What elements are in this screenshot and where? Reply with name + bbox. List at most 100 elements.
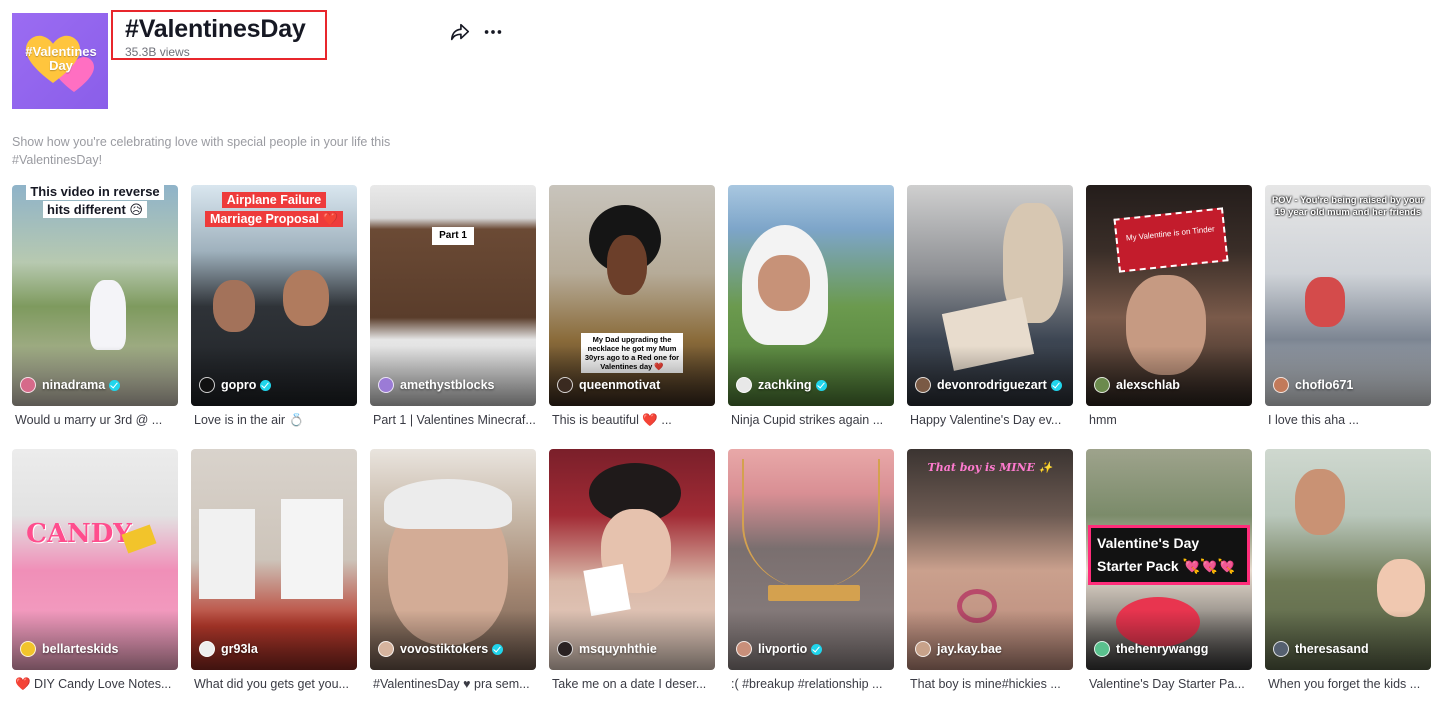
hashtag-cover-image: #Valentines Day: [12, 13, 108, 109]
video-caption[interactable]: #ValentinesDay ♥ pra sem...: [370, 677, 536, 691]
video-thumbnail[interactable]: That boy is MINE ✨ jay.kay.bae: [907, 449, 1073, 670]
video-caption[interactable]: When you forget the kids ...: [1265, 677, 1431, 691]
verified-badge-icon: [260, 379, 272, 391]
video-card[interactable]: vovostiktokers #ValentinesDay ♥ pra sem.…: [370, 449, 536, 691]
video-card[interactable]: Part 1 amethystblocks Part 1 | Valentine…: [370, 185, 536, 427]
video-thumbnail[interactable]: theresasand: [1265, 449, 1431, 670]
video-caption[interactable]: Part 1 | Valentines Minecraf...: [370, 413, 536, 427]
video-caption[interactable]: Would u marry ur 3rd @ ...: [12, 413, 178, 427]
creator-name[interactable]: queenmotivat: [557, 377, 660, 393]
video-thumbnail[interactable]: Valentine's Day Starter Pack 💘💘💘 thehenr…: [1086, 449, 1252, 670]
video-caption[interactable]: Ninja Cupid strikes again ...: [728, 413, 894, 427]
video-caption[interactable]: This is beautiful ❤️ ...: [549, 413, 715, 428]
avatar: [199, 377, 215, 393]
video-caption[interactable]: Love is in the air 💍: [191, 413, 357, 428]
creator-name[interactable]: amethystblocks: [378, 377, 494, 393]
avatar: [915, 377, 931, 393]
cover-title-line1: #Valentines: [25, 44, 97, 59]
creator-username: queenmotivat: [579, 378, 661, 392]
creator-name[interactable]: jay.kay.bae: [915, 641, 1002, 657]
man-face: [1295, 469, 1345, 535]
red-shirt-figure: [1305, 277, 1345, 327]
video-thumbnail[interactable]: Part 1 amethystblocks: [370, 185, 536, 406]
more-options-icon[interactable]: [482, 21, 504, 43]
grandma-hair: [384, 479, 512, 529]
video-card[interactable]: livportio :( #breakup #relationship ...: [728, 449, 894, 691]
creator-username: amethystblocks: [400, 378, 495, 392]
video-thumbnail[interactable]: Airplane Failure Marriage Proposal ❤️ go…: [191, 185, 357, 406]
avatar: [378, 641, 394, 657]
creator-name[interactable]: thehenrywangg: [1094, 641, 1208, 657]
video-card[interactable]: Airplane Failure Marriage Proposal ❤️ go…: [191, 185, 357, 428]
view-count: 35.3B views: [125, 45, 190, 59]
video-overlay-text: Part 1: [432, 227, 474, 245]
creator-username: livportio: [758, 642, 808, 656]
video-caption[interactable]: :( #breakup #relationship ...: [728, 677, 894, 691]
video-overlay-text: This video in reverse hits different 😥: [18, 185, 172, 219]
video-card[interactable]: msquynhthie Take me on a date I deser...: [549, 449, 715, 691]
avatar: [1273, 377, 1289, 393]
video-card[interactable]: That boy is MINE ✨ jay.kay.bae That boy …: [907, 449, 1073, 691]
creator-name[interactable]: gopro: [199, 377, 272, 393]
video-thumbnail[interactable]: My Valentine is on Tinder alexschlab: [1086, 185, 1252, 406]
creator-name[interactable]: choflo671: [1273, 377, 1353, 393]
creator-name[interactable]: ninadrama: [20, 377, 121, 393]
avatar: [1094, 377, 1110, 393]
creator-name[interactable]: bellarteskids: [20, 641, 118, 657]
video-thumbnail[interactable]: msquynhthie: [549, 449, 715, 670]
video-caption[interactable]: What did you gets get you...: [191, 677, 357, 691]
share-icon[interactable]: [449, 21, 471, 43]
verified-badge-icon: [815, 379, 827, 391]
video-thumbnail[interactable]: vovostiktokers: [370, 449, 536, 670]
bride-figure: [90, 280, 126, 350]
creator-name[interactable]: gr93la: [199, 641, 258, 657]
video-thumbnail[interactable]: devonrodriguezart: [907, 185, 1073, 406]
avatar: [736, 377, 752, 393]
avatar: [20, 641, 36, 657]
video-card[interactable]: zachking Ninja Cupid strikes again ...: [728, 185, 894, 427]
creator-username: theresasand: [1295, 642, 1369, 656]
avatar: [20, 377, 36, 393]
video-caption[interactable]: Take me on a date I deser...: [549, 677, 715, 691]
video-caption[interactable]: Valentine's Day Starter Pa...: [1086, 677, 1252, 691]
video-card[interactable]: My Dad upgrading the necklace he got my …: [549, 185, 715, 428]
video-thumbnail[interactable]: My Dad upgrading the necklace he got my …: [549, 185, 715, 406]
verified-badge-icon: [492, 643, 504, 655]
woman-face: [607, 235, 647, 295]
creator-name[interactable]: msquynhthie: [557, 641, 657, 657]
video-card[interactable]: My Valentine is on Tinder alexschlab hmm: [1086, 185, 1252, 427]
video-card[interactable]: This video in reverse hits different 😥 n…: [12, 185, 178, 427]
video-thumbnail[interactable]: This video in reverse hits different 😥 n…: [12, 185, 178, 406]
creator-name[interactable]: alexschlab: [1094, 377, 1180, 393]
video-card[interactable]: gr93la What did you gets get you...: [191, 449, 357, 691]
creator-name[interactable]: devonrodriguezart: [915, 377, 1062, 393]
creator-name[interactable]: theresasand: [1273, 641, 1369, 657]
creator-name[interactable]: zachking: [736, 377, 827, 393]
title-highlight-box: #ValentinesDay 35.3B views: [111, 10, 327, 60]
hashtag-description: Show how you're celebrating love with sp…: [12, 135, 391, 167]
video-card[interactable]: POV - You're being raised by your 19 yea…: [1265, 185, 1431, 427]
video-thumbnail[interactable]: CANDY bellarteskids: [12, 449, 178, 670]
page-title: #ValentinesDay: [125, 15, 306, 43]
video-caption[interactable]: hmm: [1086, 413, 1252, 427]
video-caption[interactable]: ❤️ DIY Candy Love Notes...: [12, 677, 178, 692]
video-thumbnail[interactable]: livportio: [728, 449, 894, 670]
video-thumbnail[interactable]: gr93la: [191, 449, 357, 670]
avatar: [199, 641, 215, 657]
video-thumbnail[interactable]: zachking: [728, 185, 894, 406]
avatar: [1094, 641, 1110, 657]
video-overlay-text: My Valentine is on Tinder: [1113, 207, 1229, 273]
creator-name[interactable]: vovostiktokers: [378, 641, 504, 657]
video-card[interactable]: CANDY bellarteskids ❤️ DIY Candy Love No…: [12, 449, 178, 692]
video-card[interactable]: theresasand When you forget the kids ...: [1265, 449, 1431, 691]
verified-badge-icon: [1050, 379, 1062, 391]
video-card[interactable]: Valentine's Day Starter Pack 💘💘💘 thehenr…: [1086, 449, 1252, 691]
video-thumbnail[interactable]: POV - You're being raised by your 19 yea…: [1265, 185, 1431, 406]
video-card[interactable]: devonrodriguezart Happy Valentine's Day …: [907, 185, 1073, 427]
necklace-chain: [742, 459, 880, 589]
video-caption[interactable]: I love this aha ...: [1265, 413, 1431, 427]
creator-name[interactable]: livportio: [736, 641, 823, 657]
video-caption[interactable]: That boy is mine#hickies ...: [907, 677, 1073, 691]
video-caption[interactable]: Happy Valentine's Day ev...: [907, 413, 1073, 427]
passenger-face: [283, 270, 329, 326]
